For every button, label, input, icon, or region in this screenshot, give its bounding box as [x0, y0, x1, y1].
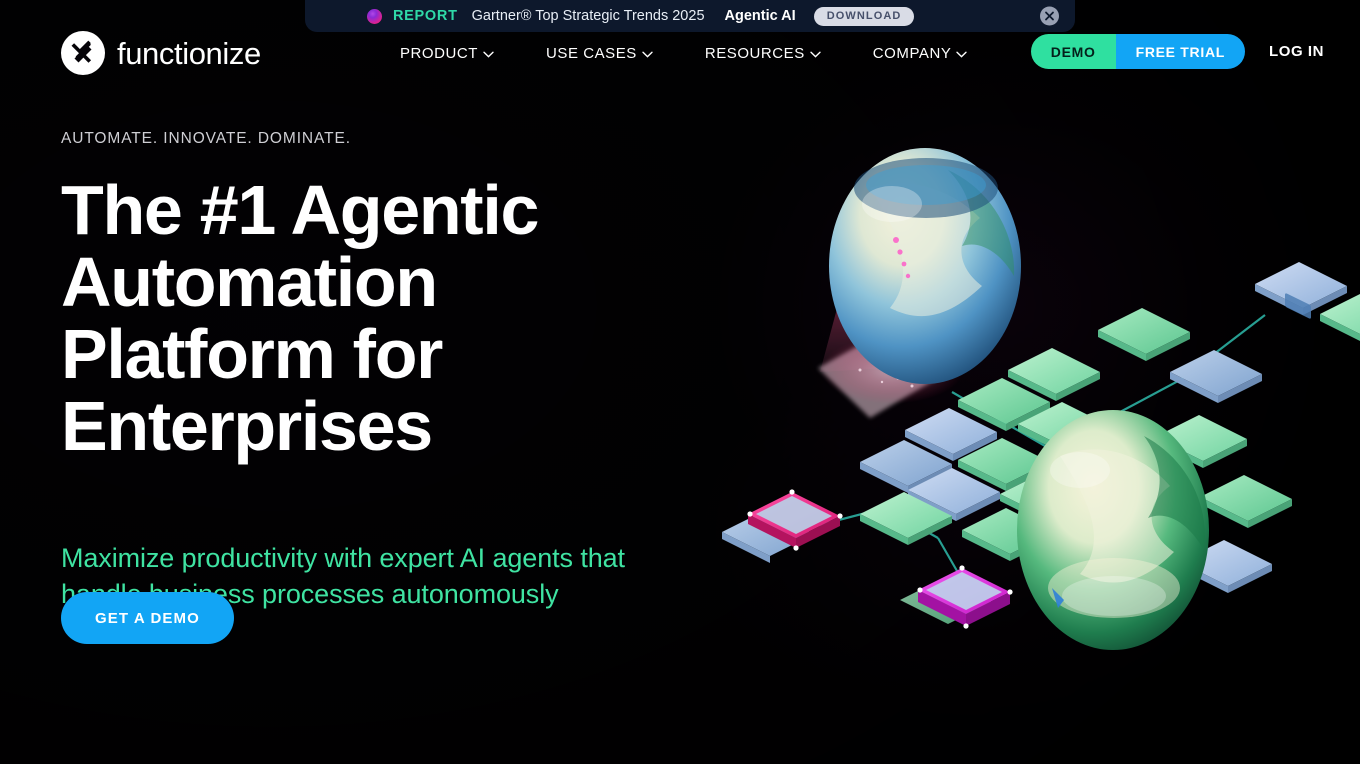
login-link[interactable]: LOG IN [1269, 43, 1340, 60]
nav-label: COMPANY [872, 45, 952, 62]
nav-item-company[interactable]: COMPANY [873, 38, 968, 69]
nav-label: USE CASES [546, 45, 637, 62]
functionize-logo-icon [61, 31, 105, 75]
hero-section: AUTOMATE. INNOVATE. DOMINATE. The #1 Age… [61, 130, 701, 644]
chevron-down-icon [956, 51, 968, 58]
demo-button[interactable]: DEMO [1030, 34, 1116, 69]
promo-banner[interactable]: REPORT Gartner® Top Strategic Trends 202… [305, 0, 1075, 32]
report-dot-icon [367, 8, 382, 24]
nav-label: PRODUCT [400, 45, 479, 62]
page-root: REPORT Gartner® Top Strategic Trends 202… [0, 0, 1360, 764]
main-nav: PRODUCT USE CASES RESOURCES COMPANY [400, 38, 968, 69]
chevron-down-icon [642, 51, 653, 58]
promo-text: Gartner® Top Strategic Trends 2025 [471, 8, 705, 24]
get-a-demo-button[interactable]: GET A DEMO [61, 592, 234, 644]
nav-item-product[interactable]: PRODUCT [400, 38, 494, 69]
demo-trial-pill: DEMO FREE TRIAL [1030, 34, 1246, 69]
header-actions: DEMO FREE TRIAL LOG IN [1030, 34, 1340, 69]
logo[interactable]: functionize [61, 31, 261, 75]
hero-illustration [700, 120, 1360, 660]
page-title: The #1 Agentic Automation Platform for E… [61, 171, 539, 465]
chevron-down-icon [810, 51, 821, 58]
promo-tag: REPORT [393, 8, 458, 24]
free-trial-button[interactable]: FREE TRIAL [1115, 34, 1246, 69]
promo-highlight: Agentic AI [724, 8, 796, 24]
nav-label: RESOURCES [704, 45, 805, 62]
download-button[interactable]: DOWNLOAD [813, 6, 915, 26]
nav-item-resources[interactable]: RESOURCES [705, 38, 821, 69]
hero-eyebrow: AUTOMATE. INNOVATE. DOMINATE. [61, 130, 351, 147]
chevron-down-icon [483, 51, 494, 58]
nav-item-use-cases[interactable]: USE CASES [546, 38, 653, 69]
close-icon[interactable] [1040, 6, 1059, 26]
logo-text: functionize [117, 35, 261, 71]
